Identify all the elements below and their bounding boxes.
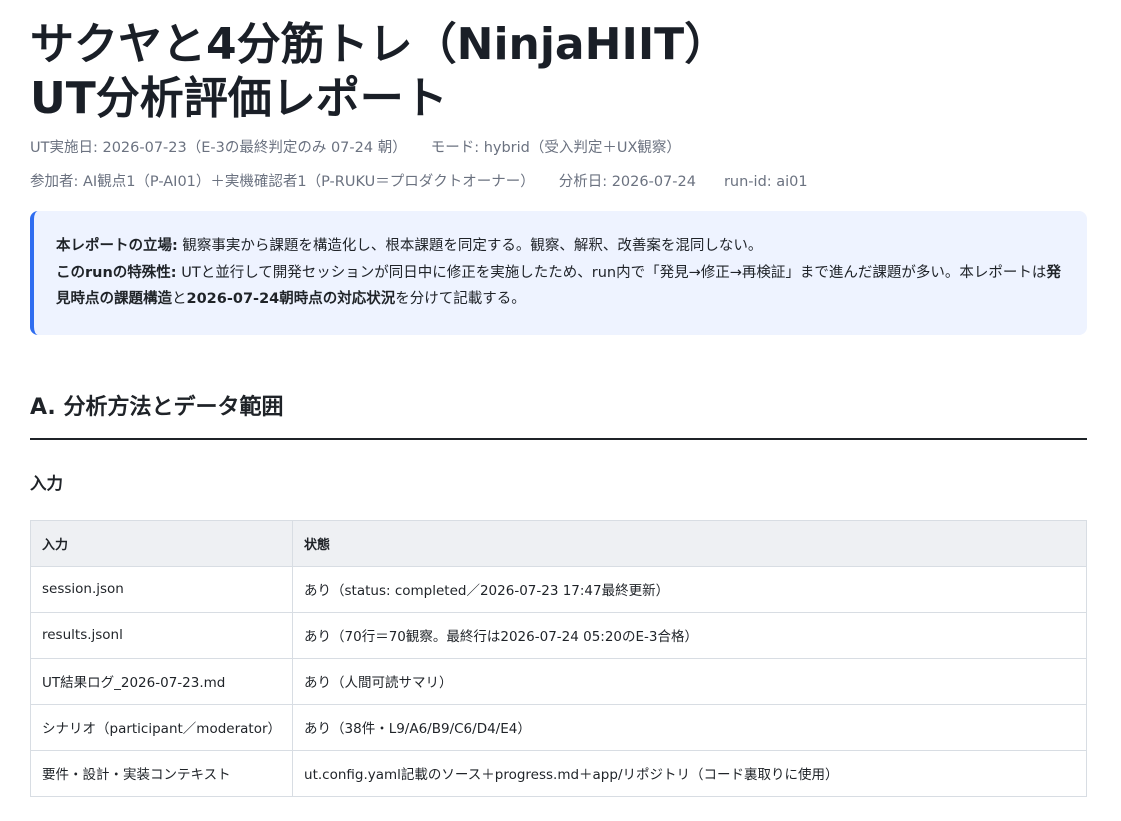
participants: 参加者: AI観点1（P-AI01）＋実機確認者1（P-RUKU＝プロダクトオー… — [30, 174, 535, 190]
table-cell: ut.config.yaml記載のソース＋progress.md＋app/リポジ… — [292, 749, 1087, 797]
section-a-heading: A. 分析方法とデータ範囲 — [30, 393, 1087, 440]
column-header: 状態 — [292, 519, 1087, 567]
table-row: UT結果ログ_2026-07-23.md あり（人間可読サマリ） — [29, 657, 1087, 705]
run-text: UTと並行して開発セッションが同日中に修正を実施したため、run内で「発見→修正… — [176, 264, 1047, 281]
mode: モード: hybrid（受入判定＋UX観察） — [430, 140, 681, 156]
ut-date: UT実施日: 2026-07-23（E-3の最終判定のみ 07-24 朝） — [30, 140, 407, 156]
table-row: results.jsonl あり（70行＝70観察。最終行は2026-07-24… — [29, 611, 1087, 659]
table-header-row: 入力 状態 — [29, 519, 1087, 567]
table-row: シナリオ（participant／moderator） あり（38件・L9/A6… — [29, 703, 1087, 751]
table-cell: あり（38件・L9/A6/B9/C6/D4/E4） — [292, 703, 1087, 751]
title-line-2: UT分析評価レポート — [30, 73, 448, 124]
table-cell: あり（status: completed／2026-07-23 17:47最終更… — [292, 565, 1087, 613]
table-cell: UT結果ログ_2026-07-23.md — [29, 657, 294, 705]
meta-row-2: 参加者: AI観点1（P-AI01）＋実機確認者1（P-RUKU＝プロダクトオー… — [30, 172, 1086, 192]
table-cell: 要件・設計・実装コンテキスト — [29, 749, 294, 797]
column-header: 入力 — [29, 519, 294, 567]
stance-callout: 本レポートの立場: 観察事実から課題を構造化し、根本課題を同定する。観察、解釈、… — [30, 211, 1087, 335]
table-row: 要件・設計・実装コンテキスト ut.config.yaml記載のソース＋prog… — [29, 749, 1087, 797]
callout-stance: 本レポートの立場: 観察事実から課題を構造化し、根本課題を同定する。観察、解釈、… — [56, 233, 1063, 260]
bold-status: 2026-07-24朝時点の対応状況 — [186, 291, 396, 307]
inputs-table: 入力 状態 session.json あり（status: completed／… — [29, 519, 1087, 797]
run-id: run-id: ai01 — [723, 174, 808, 190]
end-text: を分けて記載する。 — [395, 291, 526, 307]
run-label: このrunの特殊性: — [56, 264, 177, 281]
page-title: サクヤと4分筋トレ（NinjaHIIT） UT分析評価レポート — [30, 18, 1086, 126]
analysis-date: 分析日: 2026-07-24 — [558, 174, 696, 190]
table-row: session.json あり（status: completed／2026-0… — [29, 565, 1087, 613]
stance-label: 本レポートの立場: — [56, 238, 178, 254]
report-meta: UT実施日: 2026-07-23（E-3の最終判定のみ 07-24 朝） モード… — [30, 138, 1086, 192]
meta-row-1: UT実施日: 2026-07-23（E-3の最終判定のみ 07-24 朝） モード… — [30, 138, 1086, 158]
table-cell: シナリオ（participant／moderator） — [29, 703, 294, 751]
stance-text: 観察事実から課題を構造化し、根本課題を同定する。観察、解釈、改善案を混同しない。 — [177, 238, 763, 254]
inputs-subheading: 入力 — [30, 473, 63, 493]
title-line-1: サクヤと4分筋トレ（NinjaHIIT） — [30, 19, 729, 70]
mid-text: と — [172, 291, 187, 307]
table-cell: あり（70行＝70観察。最終行は2026-07-24 05:20のE-3合格） — [292, 611, 1087, 659]
table-cell: results.jsonl — [29, 611, 294, 659]
table-cell: あり（人間可読サマリ） — [292, 657, 1087, 705]
report-page: サクヤと4分筋トレ（NinjaHIIT） UT分析評価レポート UT実施日: 2… — [0, 0, 1121, 797]
callout-run: このrunの特殊性: UTと並行して開発セッションが同日中に修正を実施したため、… — [56, 260, 1063, 313]
table-cell: session.json — [29, 565, 294, 613]
